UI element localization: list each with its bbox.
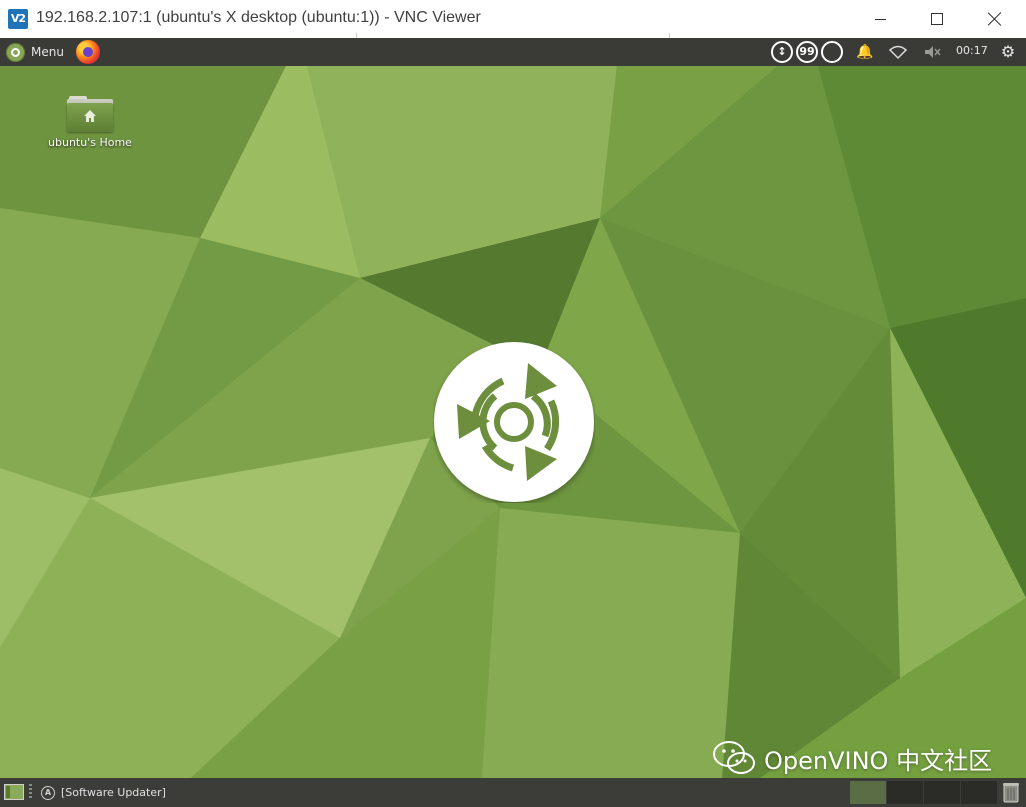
- show-desktop-button[interactable]: [4, 784, 24, 800]
- home-folder-icon: [67, 94, 113, 132]
- top-panel: Menu ↕ 99 bell 🔔 00:17 ⚙: [0, 38, 1026, 66]
- panel-grip-handle[interactable]: [29, 784, 32, 800]
- minimize-icon: [874, 18, 886, 20]
- firefox-icon[interactable]: [76, 40, 100, 64]
- window-titlebar: V2 192.168.2.107:1 (ubuntu's X desktop (…: [0, 0, 1026, 39]
- workspace-1[interactable]: [850, 781, 886, 804]
- ubuntu-mate-logo-icon: [6, 42, 25, 62]
- window-title: 192.168.2.107:1 (ubuntu's X desktop (ubu…: [36, 9, 481, 26]
- house-icon: [84, 110, 96, 122]
- vnc-viewer-logo-icon: V2: [8, 9, 28, 29]
- close-icon: [988, 12, 1002, 26]
- watermark-text: OpenVINO 中文社区: [764, 746, 993, 775]
- maximize-button[interactable]: [908, 0, 966, 38]
- bottom-panel: A [Software Updater]: [0, 778, 1026, 807]
- settings-gear-icon[interactable]: ⚙: [998, 42, 1018, 62]
- speaker-icon: [925, 46, 941, 58]
- workspace-3[interactable]: [924, 781, 960, 804]
- network-wifi-icon[interactable]: [888, 42, 908, 62]
- ubuntu-mate-wallpaper-logo-icon: [434, 342, 594, 502]
- wifi-icon: [888, 45, 908, 60]
- desktop-icon-label: ubuntu's Home: [48, 136, 132, 149]
- notification-circle-icon[interactable]: bell: [821, 41, 843, 63]
- panel-clock[interactable]: 00:17: [956, 44, 988, 57]
- transfer-tray-icon[interactable]: ↕: [771, 41, 793, 63]
- minimize-button[interactable]: [851, 0, 909, 38]
- close-button[interactable]: [966, 0, 1024, 38]
- maximize-icon: [931, 13, 943, 25]
- wechat-icon: [713, 741, 755, 774]
- taskbar-item-label: [Software Updater]: [61, 786, 166, 799]
- workspace-2[interactable]: [887, 781, 923, 804]
- main-menu-button[interactable]: Menu: [6, 41, 64, 63]
- workspace-4[interactable]: [961, 781, 997, 804]
- badge-tray-icon[interactable]: 99: [796, 41, 818, 63]
- software-updater-icon: A: [41, 785, 55, 800]
- desktop-icon-home[interactable]: ubuntu's Home: [46, 94, 134, 149]
- menu-label: Menu: [31, 45, 64, 59]
- trash-icon[interactable]: [1002, 781, 1020, 803]
- bell-icon[interactable]: 🔔: [855, 42, 875, 62]
- volume-muted-icon[interactable]: [922, 42, 942, 62]
- openvino-watermark: OpenVINO 中文社区: [712, 738, 992, 778]
- taskbar-item-software-updater[interactable]: A [Software Updater]: [38, 781, 371, 804]
